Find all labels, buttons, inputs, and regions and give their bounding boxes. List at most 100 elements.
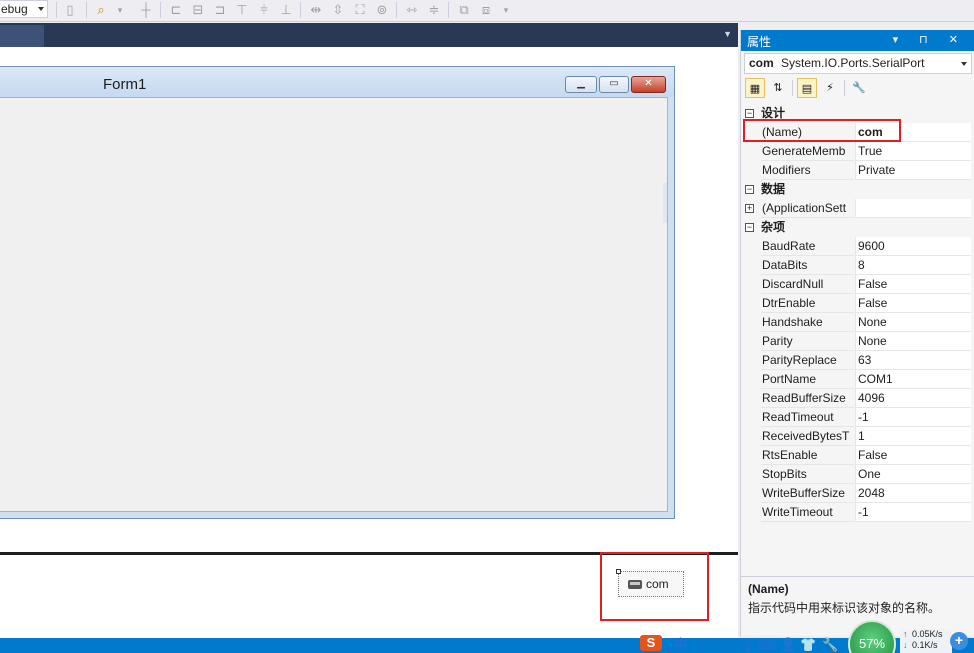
property-name[interactable]: WriteBufferSize	[761, 484, 854, 503]
property-value[interactable]: False	[855, 446, 971, 465]
expand-icon[interactable]: +	[745, 204, 754, 213]
property-category[interactable]: − 杂项	[742, 218, 971, 237]
form1-titlebar[interactable]: Form1 ▁ ▭ ✕	[0, 67, 674, 97]
property-row[interactable]: RtsEnable False	[742, 446, 971, 465]
property-pages-icon[interactable]: 🔧	[849, 78, 869, 98]
property-row[interactable]: DataBits 8	[742, 256, 971, 275]
send-to-back-icon[interactable]: ⧈	[478, 2, 494, 18]
property-value[interactable]: -1	[855, 408, 971, 427]
horizontal-spacing-icon[interactable]: ⇿	[404, 2, 420, 18]
property-row[interactable]: + (ApplicationSett	[742, 199, 971, 218]
align-centers-icon[interactable]: ⊟	[190, 2, 206, 18]
keyboard-icon[interactable]: ⌨	[758, 637, 777, 653]
property-value[interactable]: One	[855, 465, 971, 484]
property-value[interactable]: None	[855, 313, 971, 332]
property-value[interactable]: False	[855, 294, 971, 313]
property-name[interactable]: Parity	[761, 332, 854, 351]
property-name[interactable]: RtsEnable	[761, 446, 854, 465]
property-row[interactable]: GenerateMemb True	[742, 142, 971, 161]
property-value[interactable]: 9600	[855, 237, 971, 256]
collapse-icon[interactable]: −	[745, 223, 754, 232]
events-icon[interactable]: ⚡	[820, 78, 840, 98]
property-row[interactable]: BaudRate 9600	[742, 237, 971, 256]
property-row[interactable]: ReadTimeout -1	[742, 408, 971, 427]
property-name[interactable]: PortName	[761, 370, 854, 389]
plus-button[interactable]: +	[950, 632, 968, 650]
align-tops-icon[interactable]: ⊤	[234, 2, 250, 18]
alphabetical-icon[interactable]: ⇅	[768, 78, 788, 98]
property-row[interactable]: DiscardNull False	[742, 275, 971, 294]
toolbar-doc-icon[interactable]: ▯	[62, 2, 78, 18]
punctuation-icon[interactable]: °,	[714, 637, 723, 653]
property-row[interactable]: DtrEnable False	[742, 294, 971, 313]
chevron-down-icon[interactable]	[38, 7, 44, 11]
properties-icon[interactable]: ▤	[797, 78, 817, 98]
property-value[interactable]: 8	[855, 256, 971, 275]
chevron-down-icon[interactable]: ▼	[723, 29, 732, 39]
property-value[interactable]: 4096	[855, 389, 971, 408]
chevron-down-icon[interactable]: ▾	[112, 2, 128, 18]
scrollbar[interactable]	[663, 183, 667, 223]
property-name[interactable]: ReceivedBytesT	[761, 427, 854, 446]
property-value[interactable]: None	[855, 332, 971, 351]
same-height-icon[interactable]: ⇳	[330, 2, 346, 18]
same-size-icon[interactable]: ⛶	[352, 2, 368, 18]
property-value[interactable]: 1	[855, 427, 971, 446]
shirt-icon[interactable]: 👕	[800, 637, 816, 653]
property-value[interactable]: False	[855, 275, 971, 294]
align-middles-icon[interactable]: ⫩	[256, 2, 272, 18]
microphone-icon[interactable]: 🎙	[738, 637, 755, 653]
property-row[interactable]: PortName COM1	[742, 370, 971, 389]
property-name[interactable]: DtrEnable	[761, 294, 854, 313]
form1-window[interactable]: Form1 ▁ ▭ ✕	[0, 66, 675, 519]
moon-icon[interactable]: ☽	[694, 637, 706, 653]
collapse-icon[interactable]: −	[745, 185, 754, 194]
same-width-icon[interactable]: ⇹	[308, 2, 324, 18]
property-row[interactable]: ParityReplace 63	[742, 351, 971, 370]
align-bottoms-icon[interactable]: ⊥	[278, 2, 294, 18]
property-name[interactable]: ReadBufferSize	[761, 389, 854, 408]
find-icon[interactable]: ⌕	[93, 2, 109, 18]
property-name[interactable]: Modifiers	[761, 161, 854, 180]
property-row[interactable]: Modifiers Private	[742, 161, 971, 180]
document-tab[interactable]	[0, 25, 44, 47]
user-icon[interactable]: 👤	[780, 637, 796, 653]
bring-to-front-icon[interactable]: ⧉	[456, 2, 472, 18]
property-name[interactable]: (ApplicationSett	[761, 199, 854, 218]
vertical-spacing-icon[interactable]: ≑	[426, 2, 442, 18]
chevron-down-icon[interactable]: ▾	[498, 2, 514, 18]
minimize-button[interactable]: ▁	[565, 76, 597, 93]
categorized-icon[interactable]: ▦	[745, 78, 765, 98]
property-row[interactable]: WriteBufferSize 2048	[742, 484, 971, 503]
object-selector[interactable]: com System.IO.Ports.SerialPort	[744, 53, 972, 74]
property-value[interactable]: 63	[855, 351, 971, 370]
ime-language[interactable]: 中	[674, 637, 687, 653]
align-lefts-icon[interactable]: ⊏	[168, 2, 184, 18]
chevron-down-icon[interactable]	[961, 62, 967, 66]
property-name[interactable]: WriteTimeout	[761, 503, 854, 522]
property-row[interactable]: ReceivedBytesT 1	[742, 427, 971, 446]
property-row[interactable]: ReadBufferSize 4096	[742, 389, 971, 408]
property-value[interactable]: True	[855, 142, 971, 161]
property-name[interactable]: GenerateMemb	[761, 142, 854, 161]
align-to-grid-icon[interactable]: ┼	[138, 2, 154, 18]
property-name[interactable]: ParityReplace	[761, 351, 854, 370]
size-to-grid-icon[interactable]: ⊚	[374, 2, 390, 18]
property-name[interactable]: DiscardNull	[761, 275, 854, 294]
form1-client-area[interactable]	[0, 97, 668, 512]
sogou-icon[interactable]: S	[640, 635, 662, 651]
property-name[interactable]: DataBits	[761, 256, 854, 275]
align-rights-icon[interactable]: ⊐	[212, 2, 228, 18]
solution-configuration-combo[interactable]: ebug	[0, 0, 48, 18]
property-value[interactable]: COM1	[855, 370, 971, 389]
property-value[interactable]: 2048	[855, 484, 971, 503]
maximize-button[interactable]: ▭	[599, 76, 629, 93]
property-category[interactable]: − 数据	[742, 180, 971, 199]
property-row[interactable]: Parity None	[742, 332, 971, 351]
property-row[interactable]: StopBits One	[742, 465, 971, 484]
property-name[interactable]: StopBits	[761, 465, 854, 484]
property-value[interactable]	[855, 199, 971, 218]
property-name[interactable]: BaudRate	[761, 237, 854, 256]
panel-window-buttons[interactable]: ▾ ⊓ ✕	[893, 33, 967, 46]
close-button[interactable]: ✕	[631, 76, 666, 93]
